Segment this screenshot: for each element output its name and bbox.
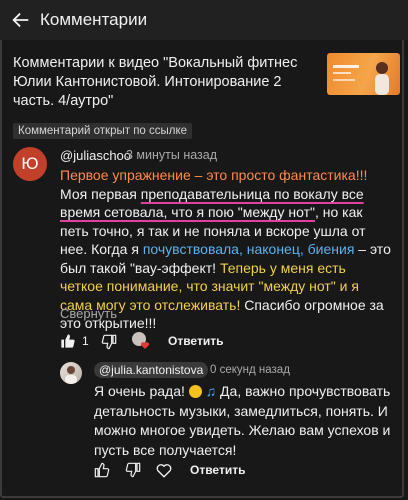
thumbnail-person [375, 62, 389, 95]
comment-time: 3 минуты назад [126, 148, 218, 162]
reply-time: 0 секунд назад [210, 364, 290, 376]
smile-emoji-icon [188, 385, 202, 398]
reply-button[interactable]: Ответить [168, 334, 223, 348]
like-count: 1 [82, 334, 89, 348]
video-thumbnail[interactable] [327, 53, 400, 95]
comment-username[interactable]: @juliaschoo [60, 148, 131, 163]
highlight-orange: Первое упражнение – это просто фантастик… [60, 167, 368, 183]
thumbnail-text-line [333, 65, 359, 68]
highlight-blue: почувствовала, наконец, биения [142, 241, 355, 257]
arrow-left-icon[interactable] [10, 9, 32, 31]
thumbs-down-icon[interactable] [101, 334, 117, 350]
collapse-button[interactable]: Свернуть [60, 306, 117, 321]
thumbnail-text-line [333, 79, 355, 81]
avatar[interactable]: Ю [13, 147, 47, 181]
linked-comment-badge: Комментарий открыт по ссылке [13, 123, 193, 139]
thumbs-up-icon[interactable] [94, 462, 110, 478]
creator-heart-icon[interactable] [131, 331, 151, 351]
comment-text-part: Моя первая [60, 185, 141, 202]
thumbs-down-icon[interactable] [125, 462, 141, 478]
reply-username[interactable]: @julia.kantonistova [94, 362, 209, 378]
comments-header: Комментарии [0, 0, 408, 40]
reply-button[interactable]: Ответить [190, 463, 245, 477]
music-notes-icon: ♫ [205, 383, 217, 399]
thumbs-up-icon[interactable] [60, 333, 76, 349]
heart-icon[interactable] [155, 461, 173, 479]
avatar[interactable] [60, 362, 82, 384]
reply-text-part: Я очень рада! [94, 383, 189, 399]
video-title[interactable]: Комментарии к видео "Вокальный фитнес Юл… [13, 54, 313, 111]
page-title: Комментарии [40, 10, 148, 29]
reply-text: Я очень рада! ♫ Да, важно прочувствовать… [94, 382, 394, 460]
thumbnail-text-line [333, 72, 351, 74]
